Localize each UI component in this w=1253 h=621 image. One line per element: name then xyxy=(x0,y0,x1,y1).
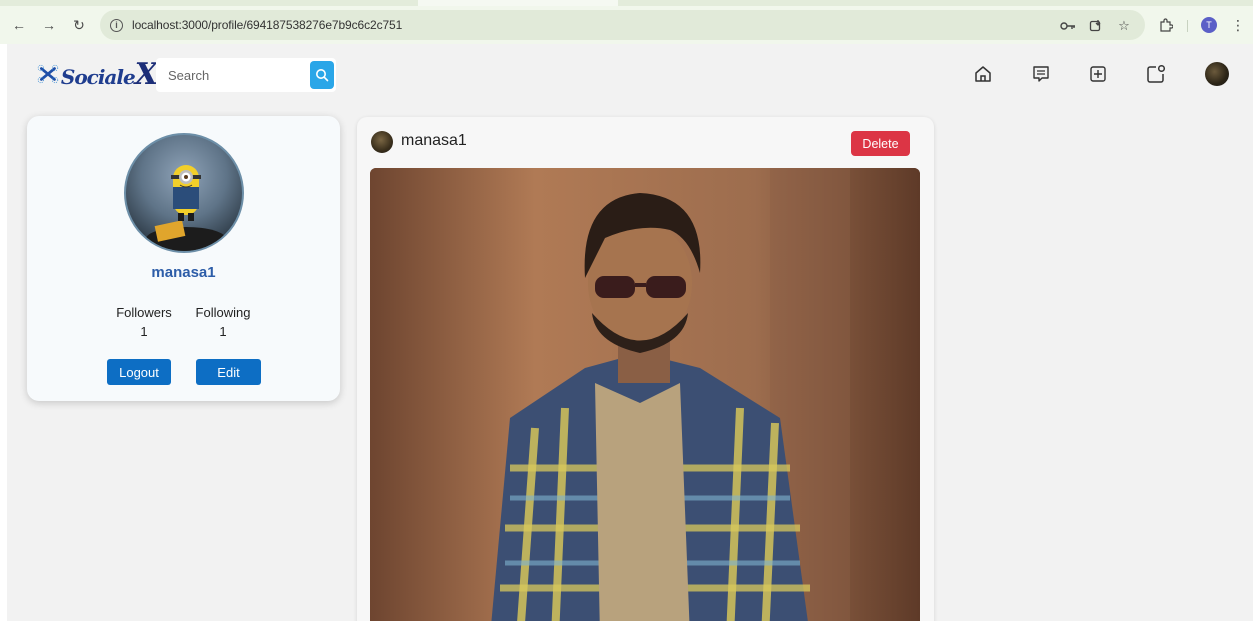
forward-icon[interactable]: → xyxy=(40,16,58,34)
followers-stat[interactable]: Followers 1 xyxy=(109,305,179,339)
browser-toolbar: ← → ↻ i localhost:3000/profile/694187538… xyxy=(0,6,1253,44)
reload-icon[interactable]: ↻ xyxy=(70,16,88,34)
minion-avatar-image xyxy=(146,165,226,251)
delete-post-button[interactable]: Delete xyxy=(851,131,910,156)
extensions-icon[interactable] xyxy=(1157,16,1175,34)
logout-button[interactable]: Logout xyxy=(107,359,171,385)
edit-profile-button[interactable]: Edit xyxy=(196,359,261,385)
search-button[interactable] xyxy=(310,61,334,89)
password-key-icon[interactable] xyxy=(1060,18,1076,34)
post-card: manasa1 Delete xyxy=(357,117,934,621)
logo-wordmark-text: Sociale xyxy=(60,64,136,89)
following-count: 1 xyxy=(219,324,227,339)
browser-menu-icon[interactable]: ⋮ xyxy=(1229,16,1247,34)
search-bar xyxy=(156,58,336,92)
post-author-avatar[interactable] xyxy=(371,131,393,153)
search-icon xyxy=(316,69,329,82)
profile-avatar xyxy=(124,133,244,253)
user-avatar[interactable] xyxy=(1205,62,1229,86)
site-info-icon[interactable]: i xyxy=(110,18,123,32)
logo-wordmark-x: X xyxy=(134,56,158,92)
bookmark-star-icon[interactable]: ☆ xyxy=(1116,18,1132,34)
logo-drone-icon xyxy=(37,64,59,84)
profile-card: manasa1 Followers 1 Following 1 Logout E… xyxy=(27,116,340,401)
search-input[interactable] xyxy=(168,67,308,83)
post-image xyxy=(370,168,920,621)
post-photo xyxy=(370,168,920,621)
url-text[interactable]: localhost:3000/profile/694187538276e7b9c… xyxy=(132,18,402,32)
browser-profile-avatar[interactable]: T xyxy=(1201,17,1217,33)
notifications-icon[interactable] xyxy=(1144,62,1168,86)
home-icon[interactable] xyxy=(971,62,995,86)
followers-label: Followers xyxy=(116,305,172,320)
add-post-icon[interactable] xyxy=(1086,62,1110,86)
logo-wordmark: SocialeX xyxy=(60,56,158,92)
post-author-name[interactable]: manasa1 xyxy=(401,132,467,150)
followers-count: 1 xyxy=(140,324,148,339)
app-logo[interactable]: SocialeX xyxy=(37,54,158,94)
following-label: Following xyxy=(195,305,251,320)
profile-username: manasa1 xyxy=(151,264,216,281)
back-icon[interactable]: ← xyxy=(10,16,28,34)
install-app-icon[interactable] xyxy=(1088,18,1104,34)
toolbar-divider xyxy=(1187,20,1188,32)
chat-icon[interactable] xyxy=(1029,62,1053,86)
app-page: SocialeX Search manasa1 Followers 1 Foll… xyxy=(7,44,1253,621)
following-stat[interactable]: Following 1 xyxy=(188,305,258,339)
address-bar[interactable]: i localhost:3000/profile/694187538276e7b… xyxy=(100,10,1145,40)
